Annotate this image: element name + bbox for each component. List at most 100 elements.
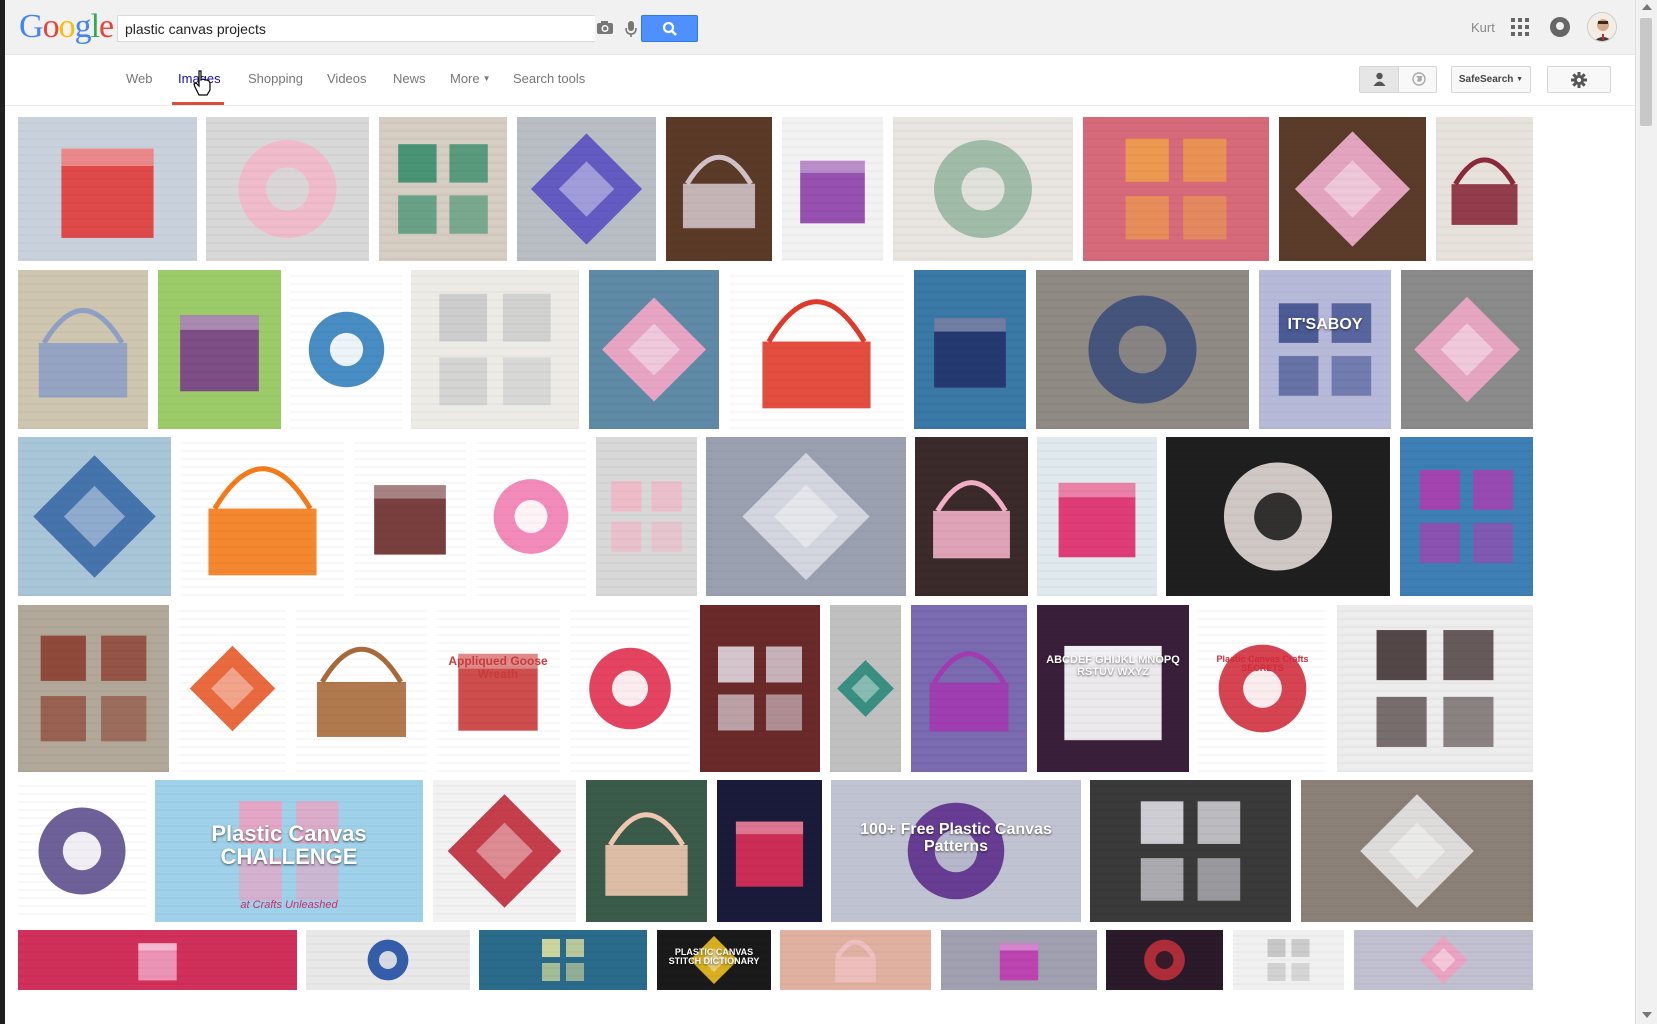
avatar[interactable] (1587, 12, 1617, 42)
image-result[interactable] (354, 437, 466, 596)
image-result[interactable] (1337, 605, 1533, 772)
image-result[interactable] (596, 437, 697, 596)
search-button[interactable] (641, 15, 698, 42)
image-result[interactable] (479, 930, 647, 990)
image-thumbnail-art (589, 275, 719, 429)
image-result[interactable] (18, 437, 171, 596)
image-thumbnail-art (570, 610, 690, 772)
tab-more[interactable]: More ▼ (450, 71, 491, 86)
image-result[interactable] (181, 437, 344, 596)
image-result[interactable] (296, 605, 427, 772)
image-thumbnail-art (911, 610, 1027, 772)
image-result[interactable] (18, 780, 146, 922)
image-result[interactable] (306, 930, 470, 990)
image-result[interactable] (476, 437, 586, 596)
image-result[interactable]: IT'SABOY (1259, 270, 1391, 429)
image-result[interactable] (18, 270, 148, 429)
image-result[interactable] (206, 117, 369, 261)
image-result[interactable] (1036, 270, 1249, 429)
image-thumbnail-art (18, 122, 197, 260)
header: Google Kurt (5, 0, 1635, 55)
image-result[interactable] (911, 605, 1027, 772)
image-thumbnail-art (181, 442, 344, 596)
scroll-down-arrow-icon[interactable] (1642, 1012, 1652, 1018)
image-result[interactable] (914, 270, 1026, 429)
image-caption-text: PLASTIC CANVAS STITCH DICTIONARY (668, 947, 760, 967)
image-result[interactable] (179, 605, 286, 772)
global-results-button[interactable] (1399, 67, 1437, 92)
image-result[interactable] (782, 117, 883, 261)
image-result[interactable] (1233, 930, 1344, 990)
image-result[interactable] (1090, 780, 1291, 922)
notifications-icon[interactable] (1550, 17, 1570, 37)
image-result[interactable] (589, 270, 719, 429)
personal-results-button[interactable] (1360, 67, 1399, 92)
image-result[interactable] (1166, 437, 1390, 596)
image-result[interactable] (517, 117, 656, 261)
image-result[interactable] (433, 780, 576, 922)
microphone-icon[interactable] (621, 16, 641, 41)
settings-button[interactable] (1547, 66, 1611, 93)
personal-results-toggle[interactable] (1359, 66, 1437, 93)
image-result[interactable] (1106, 930, 1223, 990)
image-thumbnail-art (18, 275, 148, 429)
image-result[interactable] (1436, 117, 1533, 261)
logo-letter: e (99, 8, 114, 45)
image-thumbnail-art (1233, 935, 1344, 985)
image-result[interactable] (893, 117, 1073, 261)
image-result[interactable]: Plastic Canvas Crafts SECRETS (1198, 605, 1327, 772)
image-result[interactable]: Plastic Canvas CHALLENGE at Crafts Unleas… (155, 780, 423, 922)
image-result[interactable] (706, 437, 906, 596)
image-result[interactable]: PLASTIC CANVAS STITCH DICTIONARY (657, 930, 771, 990)
vertical-scrollbar[interactable] (1635, 0, 1657, 1024)
image-result[interactable] (379, 117, 507, 261)
image-result[interactable] (18, 605, 169, 772)
camera-icon[interactable] (595, 16, 615, 41)
image-result[interactable] (1400, 437, 1533, 596)
image-result[interactable]: Appliqued Goose Wreath (436, 605, 560, 772)
image-thumbnail-art (717, 785, 822, 915)
image-result[interactable] (1401, 270, 1533, 429)
image-result[interactable] (830, 605, 901, 772)
image-result[interactable] (1279, 117, 1426, 261)
image-result[interactable] (717, 780, 822, 922)
image-result[interactable] (18, 930, 297, 990)
image-result[interactable] (941, 930, 1097, 990)
image-result[interactable] (586, 780, 707, 922)
image-result[interactable] (1354, 930, 1533, 990)
tab-shopping[interactable]: Shopping (248, 71, 303, 86)
image-thumbnail-art (729, 275, 904, 429)
image-thumbnail-art (1106, 935, 1223, 985)
image-thumbnail-art (354, 442, 466, 596)
image-result[interactable] (700, 605, 820, 772)
search-input[interactable] (117, 15, 595, 42)
image-result[interactable] (411, 270, 579, 429)
gear-icon (1571, 72, 1587, 88)
scroll-up-arrow-icon[interactable] (1642, 4, 1652, 10)
image-result[interactable] (915, 437, 1028, 596)
tab-search-tools[interactable]: Search tools (513, 71, 585, 86)
tab-videos[interactable]: Videos (327, 71, 367, 86)
image-result[interactable] (158, 270, 281, 429)
image-result[interactable] (1301, 780, 1533, 922)
apps-grid-icon[interactable] (1511, 18, 1529, 36)
tab-web[interactable]: Web (126, 71, 153, 86)
image-result[interactable] (291, 270, 402, 429)
tab-news[interactable]: News (393, 71, 426, 86)
image-thumbnail-art (18, 785, 146, 915)
image-result[interactable] (570, 605, 690, 772)
image-result[interactable] (18, 117, 197, 261)
image-result[interactable] (780, 930, 931, 990)
image-caption-subtext: at Crafts Unleashed (240, 899, 338, 911)
image-result[interactable]: 100+ Free Plastic Canvas Patterns (831, 780, 1081, 922)
scrollbar-thumb[interactable] (1640, 18, 1652, 126)
image-result[interactable] (1037, 437, 1157, 596)
image-result[interactable] (729, 270, 904, 429)
image-result[interactable]: ABCDEF GHIJKL MNOPQ RSTUV WXYZ (1037, 605, 1189, 772)
image-result[interactable] (666, 117, 772, 261)
safesearch-button[interactable]: SafeSearch ▼ (1451, 66, 1531, 93)
image-result[interactable] (1083, 117, 1269, 261)
image-caption-text: Plastic Canvas Crafts SECRETS (1216, 654, 1309, 674)
google-logo[interactable]: Google (19, 8, 114, 46)
user-name[interactable]: Kurt (1471, 20, 1495, 35)
